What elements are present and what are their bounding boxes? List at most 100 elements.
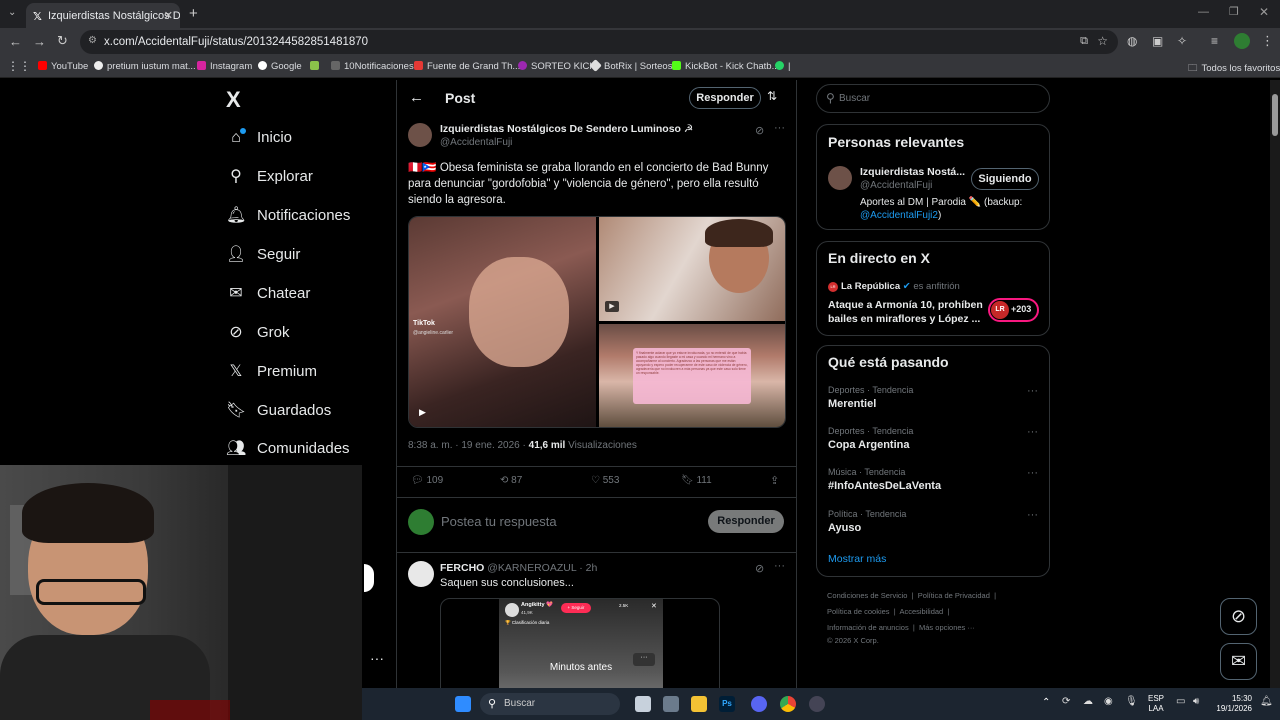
like-action[interactable]: ♡ 553: [591, 475, 619, 486]
following-button[interactable]: Siguiendo: [971, 168, 1039, 190]
x-logo[interactable]: X: [226, 87, 241, 113]
network-icon[interactable]: ▭: [1176, 696, 1185, 707]
trend-item[interactable]: Deportes · Tendencia Copa Argentina ···: [828, 426, 1038, 451]
reply-action[interactable]: 💬︎ 109: [411, 475, 443, 486]
media-video-1[interactable]: TikTok @angieline.carlier ▶: [409, 217, 596, 427]
relevant-handle[interactable]: @AccidentalFuji: [860, 180, 932, 191]
repost-action[interactable]: ⟲ 87: [500, 475, 522, 486]
show-more-link[interactable]: Mostrar más: [828, 553, 886, 565]
settings-sliders-icon[interactable]: ⇅: [767, 89, 777, 103]
language-indicator[interactable]: ESP LAA: [1148, 694, 1164, 714]
chrome-icon[interactable]: [780, 696, 796, 712]
reply-author-avatar[interactable]: [408, 561, 434, 587]
bookmark-instagram[interactable]: Instagram: [197, 61, 252, 72]
site-info-icon[interactable]: ⚙: [88, 35, 97, 46]
live-headline[interactable]: Ataque a Armonía 10, prohíben bailes en …: [828, 298, 984, 326]
browser-tab[interactable]: 𝕏 Izquierdistas Nostálgicos De Se ✕: [26, 3, 180, 28]
trend-item[interactable]: Política · Tendencia Ayuso ···: [828, 509, 1038, 534]
back-icon[interactable]: ←: [9, 34, 22, 49]
bookmark-10notificaciones[interactable]: 10Notificaciones: [331, 61, 414, 72]
bio-link[interactable]: @AccidentalFuji2: [860, 210, 938, 221]
reply-input[interactable]: Postea tu respuesta: [441, 514, 557, 529]
reading-list-icon[interactable]: ≡: [1211, 34, 1218, 48]
tweet-media-grid[interactable]: TikTok @angieline.carlier ▶ ▶ Y finalmen…: [408, 216, 786, 428]
reply-author-handle[interactable]: @KARNEROAZUL: [487, 562, 576, 574]
app-icon[interactable]: [663, 696, 679, 712]
extension2-icon[interactable]: ▣: [1152, 34, 1163, 48]
back-arrow-icon[interactable]: ←: [409, 89, 424, 106]
bookmark-grand-theft[interactable]: Fuente de Grand Th...: [414, 61, 520, 72]
microphone-icon[interactable]: 🎙︎: [1125, 696, 1138, 707]
relevant-name[interactable]: Izquierdistas Nostá...: [860, 166, 965, 178]
trend-more-icon[interactable]: ···: [1027, 509, 1038, 521]
account-more-icon[interactable]: ···: [370, 650, 384, 666]
accessibility-link[interactable]: Accesibilidad: [899, 607, 943, 616]
tray-cloud-icon[interactable]: ☁: [1083, 696, 1093, 707]
bookmark-pretium[interactable]: pretium iustum mat...: [94, 61, 196, 72]
new-tab-icon[interactable]: +: [189, 5, 198, 22]
notification-center-icon[interactable]: 🔔︎: [1260, 696, 1273, 707]
address-bar[interactable]: ⚙ x.com/AccidentalFuji/status/2013244582…: [80, 30, 1118, 54]
scrollbar[interactable]: [1270, 80, 1280, 688]
start-icon[interactable]: [455, 696, 471, 712]
close-live-icon[interactable]: ✕: [651, 602, 657, 610]
search-input[interactable]: Buscar: [839, 93, 870, 104]
trend-more-icon[interactable]: ···: [1027, 467, 1038, 479]
search-box[interactable]: ⚲ Buscar: [816, 84, 1050, 113]
live-participants[interactable]: LR +203: [988, 298, 1039, 322]
reload-icon[interactable]: ↻: [57, 33, 68, 49]
bookmark-whatsapp[interactable]: |: [775, 61, 790, 72]
discord-icon[interactable]: [751, 696, 767, 712]
follow-live-button[interactable]: + Seguir: [561, 603, 591, 613]
tweet-more-icon[interactable]: ···: [774, 122, 785, 134]
clock[interactable]: 15:30 19/1/2026: [1212, 694, 1252, 714]
bookmark-sorteo-kick[interactable]: SORTEO KICK: [518, 61, 596, 72]
author-avatar[interactable]: [408, 123, 432, 147]
forward-icon[interactable]: →: [33, 34, 46, 49]
tab-search-icon[interactable]: ⌄: [8, 7, 16, 18]
media-video-2[interactable]: ▶: [599, 217, 785, 321]
grok-float-icon[interactable]: ⊘: [1220, 598, 1257, 635]
taskbar-search[interactable]: ⚲ Buscar: [480, 693, 620, 715]
trend-item[interactable]: Deportes · Tendencia Merentiel ···: [828, 385, 1038, 410]
menu-icon[interactable]: ⋮: [1261, 33, 1274, 49]
reply-author-name[interactable]: FERCHO: [440, 562, 484, 574]
trend-item[interactable]: Música · Tendencia #InfoAntesDeLaVenta ···: [828, 467, 1038, 492]
bookmark-google[interactable]: Google: [258, 61, 302, 72]
minimize-icon[interactable]: —: [1198, 6, 1209, 18]
extension-icon[interactable]: ◍: [1127, 34, 1137, 48]
tray-app-icon[interactable]: ◉: [1104, 696, 1113, 707]
cookies-link[interactable]: Política de cookies: [827, 607, 890, 616]
post-compose-button-fragment[interactable]: [364, 564, 374, 592]
bookmark-botrix[interactable]: BotRix | Sorteos: [589, 59, 672, 72]
file-explorer-icon[interactable]: [691, 696, 707, 712]
close-tab-icon[interactable]: ✕: [164, 9, 173, 22]
bookmark-kickbot[interactable]: KickBot - Kick Chatb...: [672, 61, 780, 72]
ads-info-link[interactable]: Información de anuncios: [827, 623, 909, 632]
photoshop-icon[interactable]: Ps: [719, 696, 735, 712]
privacy-link[interactable]: Política de Privacidad: [918, 591, 990, 600]
task-view-icon[interactable]: [635, 696, 651, 712]
messages-float-icon[interactable]: ✉: [1220, 643, 1257, 680]
author-name[interactable]: Izquierdistas Nostálgicos De Sendero Lum…: [440, 123, 693, 135]
volume-icon[interactable]: 🔊︎: [1193, 696, 1199, 707]
share-icon[interactable]: ⇪: [770, 474, 779, 487]
grok-explain-icon[interactable]: ⊘: [755, 562, 764, 575]
play-icon[interactable]: ▶: [419, 407, 426, 418]
play-icon-2[interactable]: ▶: [605, 301, 619, 312]
author-handle[interactable]: @AccidentalFuji: [440, 137, 512, 148]
scrollbar-thumb[interactable]: [1272, 94, 1278, 136]
app-icon[interactable]: [809, 696, 825, 712]
bookmark-generic[interactable]: [310, 61, 323, 72]
apps-icon[interactable]: ⋮⋮: [7, 59, 31, 73]
relevant-avatar[interactable]: [828, 166, 852, 190]
tray-icon[interactable]: ⟳: [1062, 696, 1070, 707]
restore-icon[interactable]: ❐: [1229, 5, 1239, 18]
all-bookmarks[interactable]: 🗀 Todos los favoritos: [1188, 61, 1280, 77]
bookmark-youtube[interactable]: YouTube: [38, 61, 88, 72]
media-video-3[interactable]: Y finalmente aclarar que yo estuve invol…: [599, 324, 785, 427]
terms-link[interactable]: Condiciones de Servicio: [827, 591, 907, 600]
bookmark-action[interactable]: 🔖︎ 111: [681, 475, 712, 486]
profile-avatar[interactable]: [1234, 33, 1250, 49]
more-options-link[interactable]: Más opciones ···: [919, 623, 975, 632]
